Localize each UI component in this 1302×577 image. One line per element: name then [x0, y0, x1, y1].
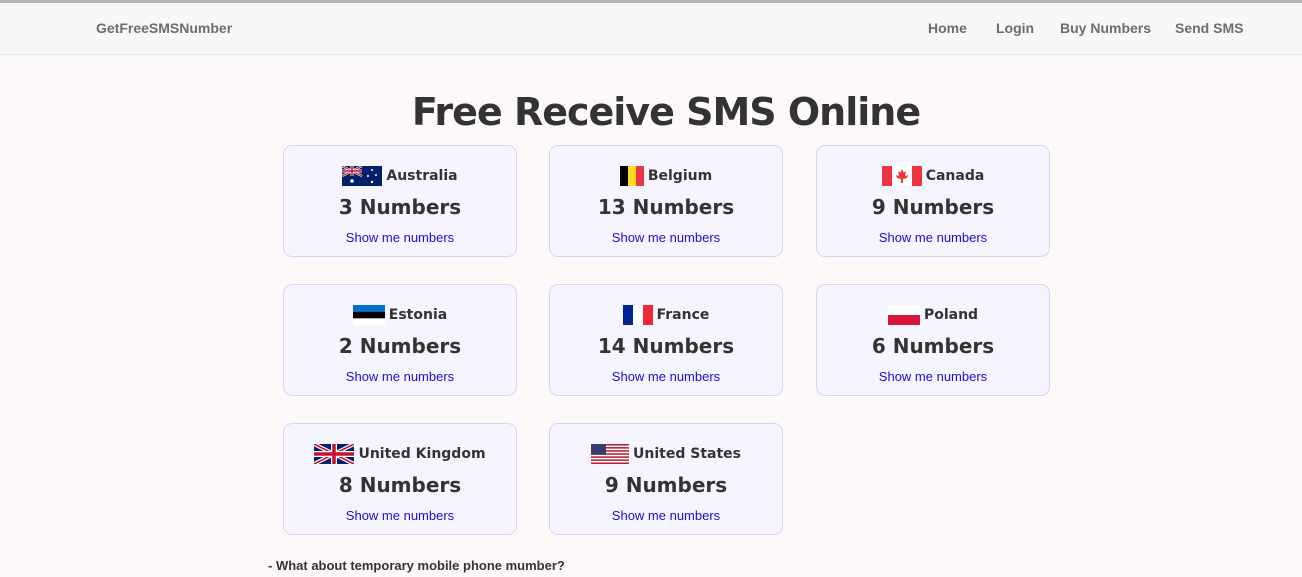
numbers-count: 13 Numbers — [597, 195, 735, 219]
show-numbers-link[interactable]: Show me numbers — [284, 230, 516, 245]
nav-send-sms-link[interactable]: Send SMS — [1175, 20, 1243, 36]
country-name: Poland — [923, 307, 979, 323]
numbers-count: 2 Numbers — [338, 334, 462, 358]
numbers-count: 14 Numbers — [597, 334, 735, 358]
country-name: United States — [633, 446, 741, 462]
card-header: Australia — [284, 166, 516, 186]
card-header: United Kingdom — [284, 444, 516, 464]
poland-flag-icon — [887, 305, 920, 325]
country-name: Estonia — [388, 307, 448, 323]
canada-flag-icon — [881, 166, 922, 186]
show-numbers-link[interactable]: Show me numbers — [817, 230, 1049, 245]
show-numbers-link[interactable]: Show me numbers — [284, 369, 516, 384]
france-flag-icon — [622, 305, 653, 325]
numbers-count: 9 Numbers — [871, 195, 995, 219]
numbers-count: 3 Numbers — [338, 195, 462, 219]
country-card-poland: Poland 6 Numbers Show me numbers — [816, 284, 1050, 396]
country-name: Australia — [386, 168, 458, 184]
estonia-flag-icon — [352, 305, 385, 325]
country-card-canada: Canada 9 Numbers Show me numbers — [816, 145, 1050, 257]
show-numbers-link[interactable]: Show me numbers — [284, 508, 516, 523]
country-name: Belgium — [647, 168, 713, 184]
united-states-flag-icon — [591, 444, 630, 464]
card-header: France — [550, 305, 782, 325]
show-numbers-link[interactable]: Show me numbers — [550, 508, 782, 523]
card-header: Poland — [817, 305, 1049, 325]
show-numbers-link[interactable]: Show me numbers — [550, 230, 782, 245]
page-title: Free Receive SMS Online — [411, 90, 921, 134]
navbar: GetFreeSMSNumber Home Login Buy Numbers … — [0, 3, 1302, 55]
country-card-united-kingdom: United Kingdom 8 Numbers Show me numbers — [283, 423, 517, 535]
numbers-count: 8 Numbers — [338, 473, 462, 497]
country-card-belgium: Belgium 13 Numbers Show me numbers — [549, 145, 783, 257]
numbers-count: 6 Numbers — [871, 334, 995, 358]
nav-login-link[interactable]: Login — [996, 20, 1034, 36]
belgium-flag-icon — [619, 166, 644, 186]
country-name: Canada — [925, 168, 985, 184]
country-name: United Kingdom — [358, 446, 486, 462]
country-name: France — [656, 307, 710, 323]
nav-buy-numbers-link[interactable]: Buy Numbers — [1060, 20, 1151, 36]
nav-home-link[interactable]: Home — [928, 20, 967, 36]
card-header: Canada — [817, 166, 1049, 186]
card-header: United States — [550, 444, 782, 464]
card-header: Estonia — [284, 305, 516, 325]
united-kingdom-flag-icon — [314, 444, 355, 464]
numbers-count: 9 Numbers — [604, 473, 728, 497]
show-numbers-link[interactable]: Show me numbers — [817, 369, 1049, 384]
show-numbers-link[interactable]: Show me numbers — [550, 369, 782, 384]
country-card-united-states: United States 9 Numbers Show me numbers — [549, 423, 783, 535]
faq-question: - What about temporary mobile phone mumb… — [268, 558, 565, 573]
australia-flag-icon — [342, 166, 383, 186]
country-card-estonia: Estonia 2 Numbers Show me numbers — [283, 284, 517, 396]
country-card-australia: Australia 3 Numbers Show me numbers — [283, 145, 517, 257]
country-card-france: France 14 Numbers Show me numbers — [549, 284, 783, 396]
card-header: Belgium — [550, 166, 782, 186]
brand-link[interactable]: GetFreeSMSNumber — [96, 20, 232, 36]
